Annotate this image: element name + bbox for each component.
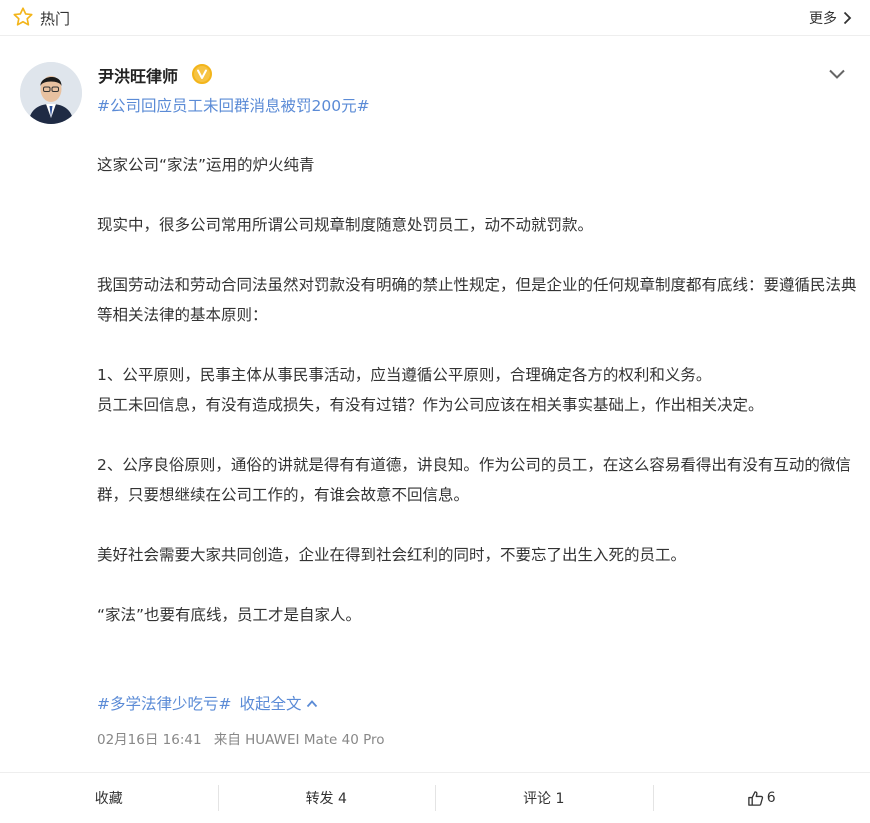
repost-button[interactable]: 转发 4	[217, 773, 436, 823]
like-button[interactable]: 6	[652, 773, 870, 823]
avatar-image	[20, 62, 82, 124]
paragraph: 2、公序良俗原则，通俗的讲就是得有有道德，讲良知。作为公司的员工，在这么容易看得…	[97, 456, 851, 504]
post-source: 来自 HUAWEI Mate 40 Pro	[213, 732, 385, 748]
paragraph: 员工未回信息，有没有造成损失，有没有过错？作为公司应该在相关事实基础上，作出相关…	[97, 396, 764, 414]
chevron-down-icon[interactable]	[828, 68, 846, 80]
top-bar: 热门 更多	[0, 0, 870, 36]
hashtag-link[interactable]: #多学法律少吃亏#	[97, 692, 231, 714]
avatar[interactable]	[20, 62, 82, 124]
comment-button[interactable]: 评论 1	[435, 773, 653, 823]
post-date: 02月16日 16:41	[97, 732, 202, 748]
more-label: 更多	[809, 11, 837, 27]
thumbs-up-icon	[748, 790, 763, 806]
verified-badge-icon	[192, 64, 212, 84]
comment-label: 评论 1	[523, 791, 565, 807]
paragraph: 这家公司“家法”运用的炉火纯青	[97, 156, 315, 174]
like-count: 6	[766, 790, 776, 806]
post-content: 这家公司“家法”运用的炉火纯青 现实中，很多公司常用所谓公司规章制度随意处罚员工…	[97, 150, 857, 630]
star-icon	[13, 7, 33, 26]
chevron-up-icon	[306, 699, 317, 707]
favorite-label: 收藏	[94, 791, 123, 807]
author-name[interactable]: 尹洪旺律师	[98, 63, 178, 87]
paragraph: 现实中，很多公司常用所谓公司规章制度随意处罚员工，动不动就罚款。	[97, 216, 594, 234]
topic-link[interactable]: #公司回应员工未回群消息被罚200元#	[97, 94, 370, 116]
favorite-button[interactable]: 收藏	[0, 773, 218, 823]
hot-label: 热门	[40, 10, 71, 28]
collapse-label: 收起全文	[239, 695, 302, 713]
paragraph: “家法”也要有底线，员工才是自家人。	[97, 606, 362, 624]
paragraph: 我国劳动法和劳动合同法虽然对罚款没有明确的禁止性规定，但是企业的任何规章制度都有…	[97, 276, 857, 324]
post-meta: 02月16日 16:41 来自 HUAWEI Mate 40 Pro	[97, 728, 393, 748]
tag-row: #多学法律少吃亏# 收起全文	[97, 692, 318, 714]
paragraph: 美好社会需要大家共同创造，企业在得到社会红利的同时，不要忘了出生入死的员工。	[97, 546, 687, 564]
action-bar: 收藏 转发 4 评论 1 6	[0, 772, 870, 823]
repost-label: 转发 4	[305, 791, 347, 807]
more-button[interactable]: 更多	[809, 8, 852, 28]
chevron-right-icon	[843, 11, 852, 25]
collapse-button[interactable]: 收起全文	[239, 692, 317, 714]
paragraph: 1、公平原则，民事主体从事民事活动，应当遵循公平原则，合理确定各方的权利和义务。	[97, 366, 712, 384]
